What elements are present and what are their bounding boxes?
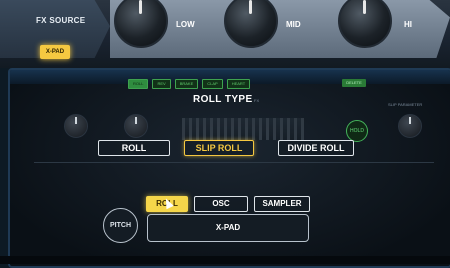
fx-screen: ROLL REV BRAKE CLAP HEART DELETE ROLL TY… [8,68,450,268]
tab-roll[interactable]: ROLL [128,79,149,89]
slip-parameter-knob[interactable] [398,114,422,138]
fx-caption: FX [254,98,260,103]
pitch-button[interactable]: PITCH [103,208,138,243]
fx-source-label: FX SOURCE [36,16,86,25]
hold-button[interactable]: HOLD [346,120,368,142]
delete-button[interactable]: DELETE [342,79,366,87]
bottom-tab-osc[interactable]: OSC [194,196,248,212]
fx-type-tabs: ROLL REV BRAKE CLAP HEART [128,79,251,89]
tab-rev[interactable]: REV [152,79,171,89]
section-divider [34,162,434,163]
roll-type-slip-roll-button[interactable]: SLIP ROLL [184,140,254,156]
left-parameter-knob[interactable] [64,114,88,138]
waveform-grid [182,118,304,140]
hardware-top-strip: FX SOURCE X-PAD LOW MID HI [0,0,450,68]
page-title: ROLL TYPE [193,94,253,105]
xpad-button[interactable]: X-PAD [147,214,309,242]
hardware-bottom-edge [0,256,450,264]
tab-heart[interactable]: HEART [226,79,251,89]
low-knob-label: LOW [176,20,195,29]
hi-knob-label: HI [404,20,412,29]
tab-clap[interactable]: CLAP [202,79,223,89]
slip-parameter-caption: SLIP PARAMETER [388,102,423,107]
tab-brake[interactable]: BRAKE [174,79,199,89]
roll-type-roll-button[interactable]: ROLL [98,140,170,156]
roll-type-divide-roll-button[interactable]: DIVIDE ROLL [278,140,354,156]
pitch-parameter-knob[interactable] [124,114,148,138]
mid-knob-label: MID [286,20,301,29]
xpad-hardware-button[interactable]: X-PAD [40,45,70,59]
bottom-tab-sampler[interactable]: SAMPLER [254,196,310,212]
